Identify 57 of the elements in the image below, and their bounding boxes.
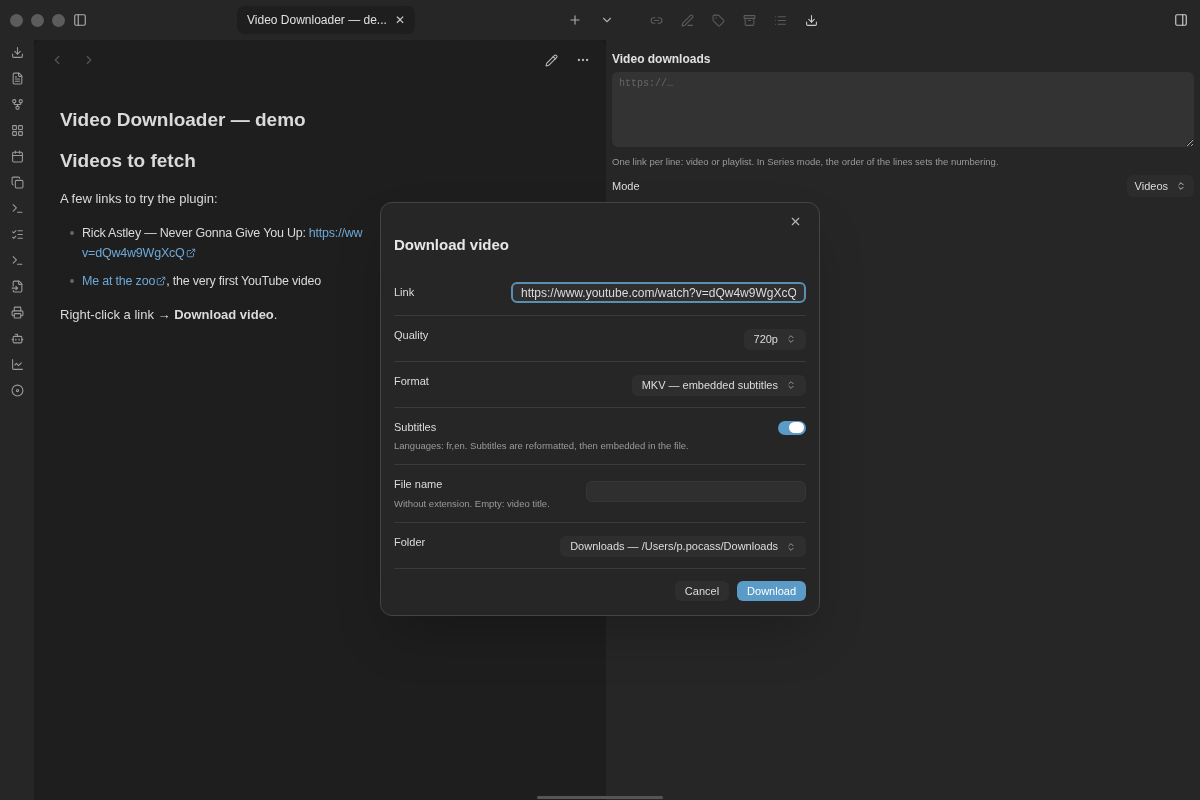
edit-icon[interactable] [545, 53, 558, 67]
field-label: Link [394, 284, 415, 300]
right-sidebar-toggle-icon[interactable] [1174, 13, 1188, 27]
chevrons-icon [1176, 181, 1186, 192]
field-label: Format [394, 373, 429, 389]
field-description: Languages: fr,en. Subtitles are reformatted, then embedded in the file. [394, 439, 689, 453]
note-heading: Videos to fetch [60, 148, 197, 173]
mode-select[interactable]: Videos [1126, 175, 1194, 198]
mode-label: Mode [612, 179, 640, 194]
field-description: Without extension. Empty: video title. [394, 496, 550, 511]
checklist-icon[interactable] [10, 228, 24, 241]
intro-text: A few links to try the plugin: [60, 190, 219, 208]
panel-title: Video downloads [612, 51, 712, 68]
robot-icon[interactable] [10, 332, 24, 345]
file-import-icon[interactable] [10, 280, 24, 293]
external-link-icon [185, 247, 196, 258]
disc-icon[interactable] [10, 384, 24, 397]
toggle-switch[interactable] [778, 420, 806, 435]
close-icon[interactable] [789, 215, 802, 228]
line-chart-icon[interactable] [10, 358, 24, 371]
terminal-icon[interactable] [10, 254, 24, 267]
select-dropdown[interactable]: Downloads — /Users/p.pocass/Downloads [560, 536, 806, 557]
select-dropdown[interactable]: 720p [743, 328, 806, 350]
download-icon[interactable] [804, 13, 818, 27]
select-dropdown[interactable]: MKV — embedded subtitles [631, 374, 806, 396]
tab-close-button[interactable]: ✕ [394, 11, 405, 29]
calendar-icon[interactable] [10, 150, 24, 163]
list-text: , the very first YouTube video [166, 272, 321, 290]
tab[interactable]: Video Downloader — de... ✕ [237, 6, 415, 34]
field-label: Folder [394, 535, 426, 550]
terminal-icon[interactable] [10, 202, 24, 215]
copy-icon[interactable] [10, 176, 24, 189]
list-text: Rick Astley — Never Gonna Give You Up: [82, 224, 306, 242]
grid-icon[interactable] [10, 124, 24, 137]
download-icon[interactable] [10, 46, 24, 59]
dialog-title: Download video [394, 235, 510, 255]
instruction-text: Right-click a link → Download video. [60, 305, 279, 324]
printer-icon[interactable] [10, 306, 24, 319]
field-label: Subtitles [394, 419, 438, 435]
link[interactable]: Me at the zoo [82, 270, 156, 291]
field-label: File name [394, 477, 444, 493]
field-label: Quality [394, 327, 429, 343]
sidebar-toggle-icon[interactable] [73, 13, 87, 27]
tab-title: Video Downloader — de... [247, 12, 387, 29]
link[interactable]: https://ww [308, 222, 363, 243]
external-link-icon [156, 275, 167, 286]
chevrons-icon [786, 334, 796, 344]
note-title: Video Downloader — demo [60, 108, 307, 132]
link[interactable]: v=dQw4w9WgXcQ [82, 242, 185, 263]
cancel-button[interactable]: Cancel [674, 581, 730, 601]
panel-hint: One link per line: video or playlist. In Series mode, the order of the lines sets the numbering. [612, 155, 1000, 169]
text-field[interactable]: https://www.youtube.com/watch?v=dQw4w9WgXcQ [511, 282, 806, 303]
new-tab-icon[interactable] [567, 13, 582, 27]
fork-icon[interactable] [10, 98, 24, 111]
file-icon[interactable] [10, 72, 24, 85]
chevrons-icon [786, 541, 796, 552]
chevrons-icon [786, 380, 796, 390]
